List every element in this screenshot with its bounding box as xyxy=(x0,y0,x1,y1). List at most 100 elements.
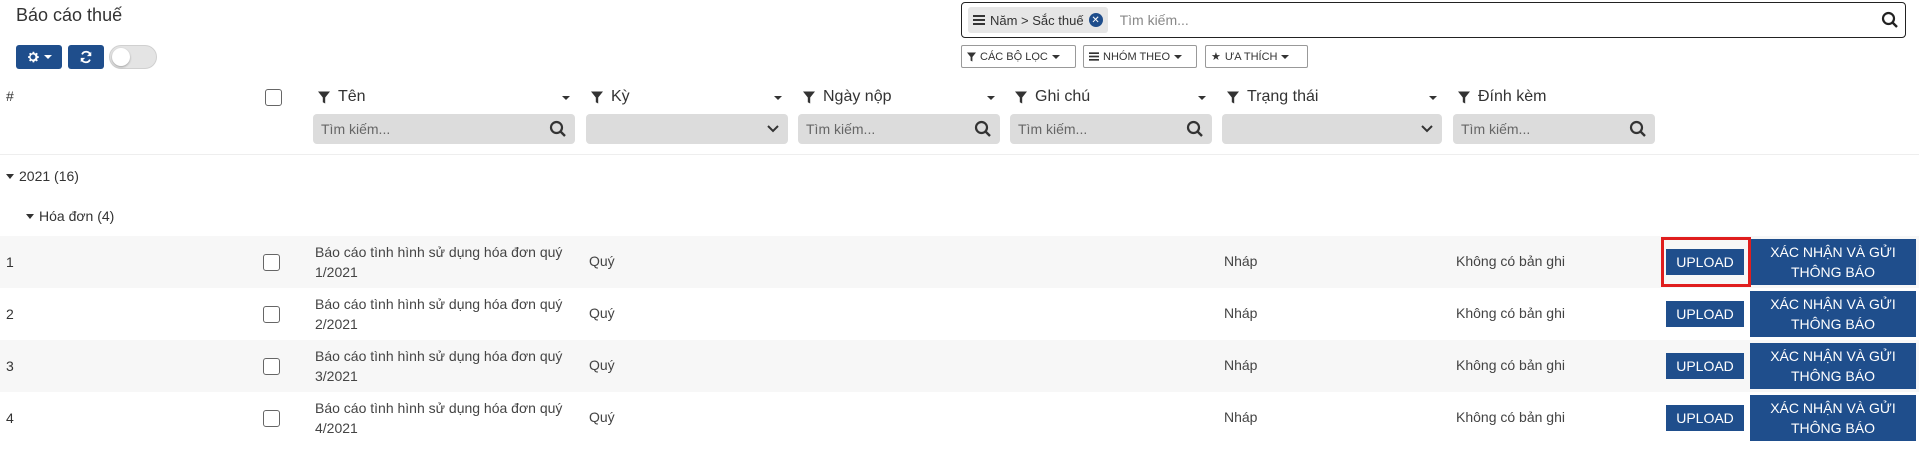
search-icon xyxy=(974,120,991,137)
column-header-ky[interactable]: Kỳ xyxy=(591,88,630,106)
confirm-send-button[interactable]: XÁC NHẬN VÀ GỬI THÔNG BÁO xyxy=(1750,395,1916,441)
chevron-down-icon[interactable] xyxy=(774,96,782,100)
caret-down-icon xyxy=(26,213,34,219)
column-label: Tên xyxy=(338,88,366,105)
list-icon xyxy=(1089,52,1099,61)
view-toggle[interactable] xyxy=(109,45,157,69)
row-attachment: Không có bản ghi xyxy=(1456,409,1565,425)
filter-icon xyxy=(1015,91,1027,103)
search-facet[interactable]: Năm > Sắc thuế ✕ xyxy=(968,7,1108,33)
chevron-down-icon xyxy=(1051,54,1060,59)
filter-trang-thai[interactable] xyxy=(1222,114,1442,144)
filter-dinh-kem[interactable] xyxy=(1453,114,1655,144)
column-header-ghi-chu[interactable]: Ghi chú xyxy=(1015,88,1090,106)
filter-ghi-chu[interactable] xyxy=(1010,114,1212,144)
table-row[interactable]: 1 Báo cáo tình hình sử dụng hóa đơn quý … xyxy=(0,236,1919,288)
column-header-ten[interactable]: Tên xyxy=(318,88,366,106)
remove-facet-icon[interactable]: ✕ xyxy=(1088,13,1103,27)
group-by-label: NHÓM THEO xyxy=(1103,50,1171,63)
row-number: 3 xyxy=(6,358,14,374)
search-bar: Năm > Sắc thuế ✕ xyxy=(961,2,1906,38)
confirm-send-button[interactable]: XÁC NHẬN VÀ GỬI THÔNG BÁO xyxy=(1750,291,1916,337)
search-icon xyxy=(549,120,566,137)
favorites-dropdown[interactable]: ★ ƯA THÍCH xyxy=(1205,45,1308,68)
filter-ngay-nop-input[interactable] xyxy=(806,121,955,137)
chevron-down-icon[interactable] xyxy=(1198,96,1206,100)
filter-ngay-nop[interactable] xyxy=(798,114,1000,144)
row-name: Báo cáo tình hình sử dụng hóa đơn quý 3/… xyxy=(315,348,563,384)
filter-ghi-chu-input[interactable] xyxy=(1018,121,1167,137)
chevron-down-icon xyxy=(767,125,779,133)
filter-icon xyxy=(1227,91,1239,103)
refresh-button[interactable] xyxy=(68,45,104,69)
row-number: 1 xyxy=(6,254,14,270)
row-ky: Quý xyxy=(589,253,615,269)
toggle-knob xyxy=(112,48,130,66)
row-number-header: # xyxy=(6,88,14,104)
row-status: Nháp xyxy=(1224,357,1258,373)
upload-button[interactable]: UPLOAD xyxy=(1666,405,1744,431)
column-label: Kỳ xyxy=(611,88,630,105)
row-name: Báo cáo tình hình sử dụng hóa đơn quý 4/… xyxy=(315,400,563,436)
filter-dinh-kem-input[interactable] xyxy=(1461,121,1610,137)
column-header-dinh-kem[interactable]: Đính kèm xyxy=(1458,88,1546,106)
column-header-ngay-nop[interactable]: Ngày nộp xyxy=(803,88,892,106)
search-icon xyxy=(1186,120,1203,137)
group-year[interactable]: 2021 (16) xyxy=(6,168,79,184)
row-status: Nháp xyxy=(1224,305,1258,321)
row-name: Báo cáo tình hình sử dụng hóa đơn quý 2/… xyxy=(315,296,563,332)
select-all-checkbox[interactable] xyxy=(265,89,282,106)
row-checkbox[interactable] xyxy=(263,410,280,427)
filter-icon xyxy=(1458,91,1470,103)
table-row[interactable]: 3 Báo cáo tình hình sử dụng hóa đơn quý … xyxy=(0,340,1919,392)
search-icon[interactable] xyxy=(1881,11,1899,29)
row-ky: Quý xyxy=(589,357,615,373)
chevron-down-icon[interactable] xyxy=(562,96,570,100)
list-icon xyxy=(973,15,985,25)
settings-button[interactable] xyxy=(16,45,62,69)
column-label: Ngày nộp xyxy=(823,88,892,105)
row-attachment: Không có bản ghi xyxy=(1456,253,1565,269)
upload-button[interactable]: UPLOAD xyxy=(1666,301,1744,327)
filter-icon xyxy=(318,91,330,103)
chevron-down-icon xyxy=(1281,54,1290,59)
row-checkbox[interactable] xyxy=(263,254,280,271)
row-checkbox[interactable] xyxy=(263,358,280,375)
row-number: 4 xyxy=(6,410,14,426)
favorites-label: ƯA THÍCH xyxy=(1224,50,1278,63)
facet-label: Năm > Sắc thuế xyxy=(990,12,1084,28)
chevron-down-icon xyxy=(1174,54,1183,59)
confirm-send-button[interactable]: XÁC NHẬN VÀ GỬI THÔNG BÁO xyxy=(1750,239,1916,285)
filter-ky[interactable] xyxy=(586,114,788,144)
filters-dropdown[interactable]: CÁC BỘ LỌC xyxy=(961,45,1076,68)
chevron-down-icon xyxy=(44,55,52,59)
gear-icon xyxy=(28,51,39,63)
upload-button[interactable]: UPLOAD xyxy=(1666,353,1744,379)
filter-icon xyxy=(967,52,976,61)
group-by-dropdown[interactable]: NHÓM THEO xyxy=(1083,45,1197,68)
row-checkbox[interactable] xyxy=(263,306,280,323)
group-subgroup-label: Hóa đơn (4) xyxy=(39,208,115,224)
table-row[interactable]: 2 Báo cáo tình hình sử dụng hóa đơn quý … xyxy=(0,288,1919,340)
table-row[interactable]: 4 Báo cáo tình hình sử dụng hóa đơn quý … xyxy=(0,392,1919,444)
filter-ten[interactable] xyxy=(313,114,575,144)
refresh-icon xyxy=(80,50,92,64)
page-title: Báo cáo thuế xyxy=(16,5,123,25)
column-label: Ghi chú xyxy=(1035,88,1091,105)
highlight-box xyxy=(1661,237,1751,287)
chevron-down-icon[interactable] xyxy=(987,96,995,100)
caret-down-icon xyxy=(6,173,14,179)
filter-icon xyxy=(591,91,603,103)
column-header-trang-thai[interactable]: Trạng thái xyxy=(1227,88,1318,106)
column-label: Trạng thái xyxy=(1247,88,1319,105)
confirm-send-button[interactable]: XÁC NHẬN VÀ GỬI THÔNG BÁO xyxy=(1750,343,1916,389)
search-input[interactable] xyxy=(1119,12,1881,28)
chevron-down-icon xyxy=(1421,125,1433,133)
row-attachment: Không có bản ghi xyxy=(1456,305,1565,321)
filter-ten-input[interactable] xyxy=(321,121,518,137)
group-subgroup[interactable]: Hóa đơn (4) xyxy=(26,208,114,224)
filters-label: CÁC BỘ LỌC xyxy=(980,50,1048,63)
group-year-label: 2021 (16) xyxy=(19,168,79,184)
chevron-down-icon[interactable] xyxy=(1429,96,1437,100)
row-status: Nháp xyxy=(1224,409,1258,425)
